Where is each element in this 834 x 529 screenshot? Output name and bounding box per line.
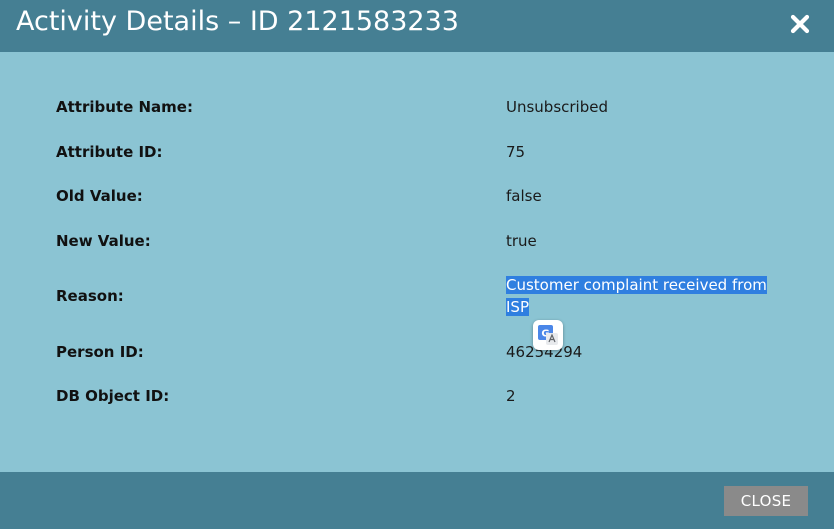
db-object-id-value: 2 xyxy=(506,387,516,405)
details-panel: Attribute Name: Unsubscribed Attribute I… xyxy=(0,52,834,472)
new-value-value: true xyxy=(506,232,537,250)
new-value-label: New Value: xyxy=(56,232,151,250)
dialog-title: Activity Details – ID 2121583233 xyxy=(16,6,459,37)
activity-details-dialog: Activity Details – ID 2121583233 Attribu… xyxy=(0,0,834,529)
attribute-name-label: Attribute Name: xyxy=(56,98,193,116)
close-button[interactable]: CLOSE xyxy=(724,486,808,516)
google-translate-icon[interactable]: G xyxy=(533,320,563,350)
reason-selected-text[interactable]: Customer complaint received from ISP xyxy=(506,276,767,316)
person-id-label: Person ID: xyxy=(56,343,144,361)
reason-label: Reason: xyxy=(56,287,124,305)
close-x-icon[interactable] xyxy=(789,13,811,35)
old-value-label: Old Value: xyxy=(56,187,143,205)
attribute-id-label: Attribute ID: xyxy=(56,143,163,161)
dialog-header: Activity Details – ID 2121583233 xyxy=(0,0,834,52)
translate-glyph-icon: G xyxy=(538,325,558,345)
attribute-name-value: Unsubscribed xyxy=(506,98,608,116)
old-value-value: false xyxy=(506,187,542,205)
db-object-id-label: DB Object ID: xyxy=(56,387,170,405)
dialog-footer: CLOSE xyxy=(0,472,834,529)
reason-value[interactable]: Customer complaint received from ISP xyxy=(506,274,770,318)
attribute-id-value: 75 xyxy=(506,143,526,161)
